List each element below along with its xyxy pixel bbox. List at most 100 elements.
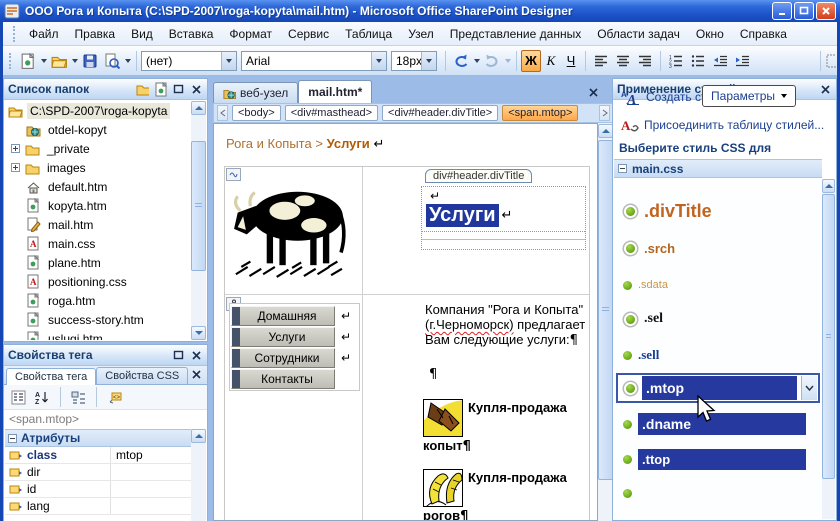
nav-button-home[interactable]: Домашняя [231,305,335,326]
collapse-icon[interactable] [618,164,627,173]
scroll-thumb[interactable] [191,141,206,271]
tag-panel-close-button[interactable] [190,349,203,362]
font-combo[interactable]: Arial [241,50,387,71]
style-item-srch[interactable]: .srch [614,241,822,256]
style-item-dname[interactable]: .dname [614,413,822,435]
align-left-button[interactable] [590,50,612,72]
tag-chip-masthead[interactable]: <div#masthead> [284,105,379,121]
undo-button[interactable] [450,50,472,72]
service-item-horns[interactable]: Купля-продажа рогов¶ [423,469,581,520]
tree-item-kopyta-htm[interactable]: kopyta.htm [5,196,191,215]
attach-stylesheet-link[interactable]: A Присоединить таблицу стилей... [621,117,824,133]
tag-chip-body[interactable]: <body> [232,105,281,121]
style-item-ttop[interactable]: .ttop [614,449,822,470]
scroll-up-arrow[interactable] [822,179,835,193]
show-set-properties-button[interactable] [68,387,89,408]
align-right-button[interactable] [634,50,656,72]
tag-scroll-right[interactable] [599,105,610,121]
attribute-row-id[interactable]: id [5,481,191,498]
scroll-up-arrow[interactable] [598,124,613,138]
menu-view[interactable]: Вид [123,24,161,44]
alphabetical-sort-button[interactable]: AZ [32,387,53,408]
numbered-list-button[interactable]: 123 [665,50,687,72]
menu-task-panes[interactable]: Области задач [589,24,688,44]
apply-styles-scrollbar[interactable] [822,179,835,519]
attributes-section-header[interactable]: Атрибуты [5,429,191,447]
menu-window[interactable]: Окно [688,24,732,44]
tree-item-default-htm[interactable]: default.htm [5,177,191,196]
save-button[interactable] [79,50,101,72]
tag-tabs-close-icon[interactable] [190,368,203,381]
menu-data-view[interactable]: Представление данных [442,24,589,44]
tree-item-mail-htm[interactable]: mail.htm [5,215,191,234]
menu-edit[interactable]: Правка [67,24,124,44]
editor-close-icon[interactable] [587,86,600,99]
header-div-outline[interactable]: ↵ Услуги ↵ [421,186,586,250]
tag-chip-header-divtitle[interactable]: <div#header.divTitle> [382,105,499,121]
expand-icon[interactable] [11,144,20,153]
stylesheet-section-header[interactable]: main.css [614,159,822,178]
cow-image[interactable] [225,167,361,289]
menu-file[interactable]: Файл [21,24,67,44]
selected-heading-text[interactable]: Услуги [426,204,499,227]
nav-button-services[interactable]: Услуги [231,326,335,347]
tag-scroll-left[interactable] [217,105,228,121]
style-combo-arrow[interactable] [221,51,236,70]
table-cell-content[interactable]: Компания "Рога и Копыта" (г.Черноморск) … [363,295,589,520]
tree-item-positioning-css[interactable]: positioning.css [5,272,191,291]
folder-panel-float-button[interactable] [172,83,185,96]
style-item-sel[interactable]: .sel [614,311,822,327]
align-center-button[interactable] [612,50,634,72]
table-cell-nav[interactable]: Домашняя ↵ Услуги ↵ Сотрудники ↵ Контакты [225,295,363,520]
style-dropdown-arrow[interactable] [801,376,817,400]
attribute-row-lang[interactable]: lang [5,498,191,515]
tab-css-properties[interactable]: Свойства CSS [96,367,189,384]
undo-dropdown[interactable] [472,50,481,72]
scroll-thumb[interactable] [822,194,835,479]
tab-tag-properties[interactable]: Свойства тега [6,368,97,385]
maximize-button[interactable] [794,2,814,20]
new-page-button[interactable] [154,82,167,96]
menu-format[interactable]: Формат [221,24,280,44]
design-view[interactable]: Рога и Копыта > Услуги ↵ div#header.divT… [213,123,598,521]
close-button[interactable] [816,2,836,20]
redo-dropdown[interactable] [503,50,512,72]
bold-button[interactable]: Ж [521,49,541,72]
scroll-thumb[interactable] [598,140,613,480]
size-combo[interactable]: 18px [391,50,437,71]
collapse-icon[interactable] [8,433,17,443]
nav-button-contacts[interactable]: Контакты [231,368,335,389]
categorized-view-button[interactable] [8,387,29,408]
tree-item-otdel-kopyt[interactable]: otdel-kopyt [5,120,191,139]
style-combo[interactable]: (нет) [141,50,237,71]
menu-site[interactable]: Узел [400,24,442,44]
intro-paragraph[interactable]: Компания "Рога и Копыта" (г.Черноморск) … [425,302,597,348]
service-item-hooves[interactable]: Купля-продажа копыт¶ [423,399,581,455]
folder-panel-close-button[interactable] [190,83,203,96]
new-document-dropdown[interactable] [39,50,48,72]
preview-button[interactable] [101,50,123,72]
menu-help[interactable]: Справка [732,24,795,44]
style-item-mtop-selected[interactable]: .mtop [616,373,820,403]
attribute-row-dir[interactable]: dir [5,464,191,481]
tree-item-uslugi-htm[interactable]: uslugi.htm [5,329,191,340]
open-button[interactable] [48,50,70,72]
attribute-value[interactable]: mtop [111,448,191,462]
style-item-sell[interactable]: .sell [614,347,822,363]
scroll-down-arrow[interactable] [191,326,206,340]
menu-table[interactable]: Таблица [337,24,400,44]
style-item-divtitle[interactable]: .divTitle [614,201,822,222]
borders-button[interactable] [825,50,837,72]
minimize-button[interactable] [772,2,792,20]
tree-item-plane-htm[interactable]: plane.htm [5,253,191,272]
folder-list-scrollbar[interactable] [191,101,206,340]
header-div-tag-label[interactable]: div#header.divTitle [425,169,533,183]
layout-cell-marker-icon[interactable] [226,168,241,181]
increase-indent-button[interactable] [731,50,753,72]
tag-properties-scrollbar[interactable] [191,429,206,521]
bullet-list-button[interactable] [687,50,709,72]
tag-editor-button[interactable]: <> [104,387,125,408]
font-combo-arrow[interactable] [371,51,386,70]
menu-insert[interactable]: Вставка [161,24,222,44]
scroll-up-arrow[interactable] [191,429,206,443]
